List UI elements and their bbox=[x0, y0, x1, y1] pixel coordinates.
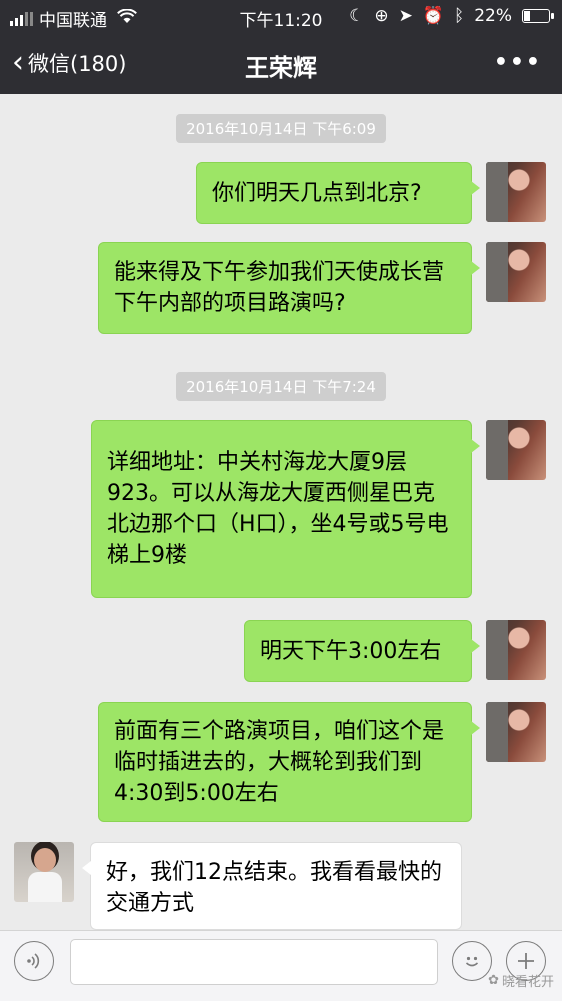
chat-area[interactable]: 2016年10月14日 下午6:09 你们明天几点到北京? 能来得及下午参加我们… bbox=[0, 94, 562, 930]
my-avatar[interactable] bbox=[486, 702, 546, 762]
signal-icon bbox=[10, 11, 33, 26]
chat-title: 王荣辉 bbox=[245, 54, 317, 82]
battery-percent: 22% bbox=[474, 6, 512, 26]
timestamp-label: 2016年10月14日 下午7:24 bbox=[176, 372, 386, 401]
wechat-logo-icon: ✿ bbox=[488, 973, 499, 988]
emoji-button[interactable] bbox=[452, 941, 492, 981]
nav-bar: ‹ 微信(180) 王荣辉 ••• bbox=[0, 34, 562, 94]
battery-icon bbox=[522, 9, 554, 23]
message-bubble-sent[interactable]: 详细地址：中关村海龙大厦9层923。可以从海龙大厦西侧星巴克北边那个口（H口），… bbox=[91, 420, 480, 598]
voice-button[interactable] bbox=[14, 941, 54, 981]
input-bar: ✿ 晓看花开 bbox=[0, 930, 562, 1001]
wifi-icon bbox=[117, 8, 137, 28]
status-left: 中国联通 bbox=[10, 6, 137, 31]
watermark-text: 晓看花开 bbox=[501, 975, 554, 990]
message-text: 明天下午3:00左右 bbox=[260, 638, 442, 664]
more-button[interactable]: ••• bbox=[494, 50, 542, 75]
message-text: 详细地址：中关村海龙大厦9层923。可以从海龙大厦西侧星巴克北边那个口（H口），… bbox=[107, 450, 449, 568]
contact-avatar[interactable] bbox=[14, 842, 74, 902]
status-bar: 中国联通 下午11:20 ☾ ⊕ ➤ ⏰ ᛒ 22% bbox=[0, 0, 562, 34]
message-text: 好，我们12点结束。我看看最快的交通方式 bbox=[106, 860, 442, 916]
my-avatar[interactable] bbox=[486, 620, 546, 680]
alarm-icon: ⏰ bbox=[422, 6, 444, 26]
message-bubble-received[interactable]: 好，我们12点结束。我看看最快的交通方式 bbox=[82, 842, 462, 930]
carrier-label: 中国联通 bbox=[39, 11, 107, 31]
watermark: ✿ 晓看花开 bbox=[488, 971, 554, 990]
status-right: ☾ ⊕ ➤ ⏰ ᛒ 22% bbox=[349, 6, 554, 26]
lock-rotation-icon: ⊕ bbox=[374, 6, 389, 26]
timestamp-label: 2016年10月14日 下午6:09 bbox=[176, 114, 386, 143]
message-bubble-sent[interactable]: 你们明天几点到北京? bbox=[196, 162, 480, 224]
message-bubble-sent[interactable]: 明天下午3:00左右 bbox=[244, 620, 480, 682]
location-icon: ➤ bbox=[398, 6, 413, 26]
moon-icon: ☾ bbox=[349, 6, 365, 26]
timestamp: 2016年10月14日 下午6:09 bbox=[0, 114, 562, 143]
my-avatar[interactable] bbox=[486, 420, 546, 480]
my-avatar[interactable] bbox=[486, 242, 546, 302]
bluetooth-icon: ᛒ bbox=[454, 6, 465, 26]
message-input[interactable] bbox=[70, 939, 438, 985]
my-avatar[interactable] bbox=[486, 162, 546, 222]
message-bubble-sent[interactable]: 前面有三个路演项目，咱们这个是临时插进去的，大概轮到我们到4:30到5:00左右 bbox=[98, 702, 480, 822]
plus-icon bbox=[518, 953, 534, 969]
emoji-icon bbox=[465, 956, 479, 967]
message-text: 能来得及下午参加我们天使成长营下午内部的项目路演吗? bbox=[114, 260, 445, 316]
voice-icon bbox=[27, 953, 40, 969]
message-text: 你们明天几点到北京? bbox=[212, 180, 422, 206]
timestamp: 2016年10月14日 下午7:24 bbox=[0, 372, 562, 401]
message-text: 前面有三个路演项目，咱们这个是临时插进去的，大概轮到我们到4:30到5:00左右 bbox=[114, 718, 445, 806]
message-bubble-sent[interactable]: 能来得及下午参加我们天使成长营下午内部的项目路演吗? bbox=[98, 242, 480, 334]
